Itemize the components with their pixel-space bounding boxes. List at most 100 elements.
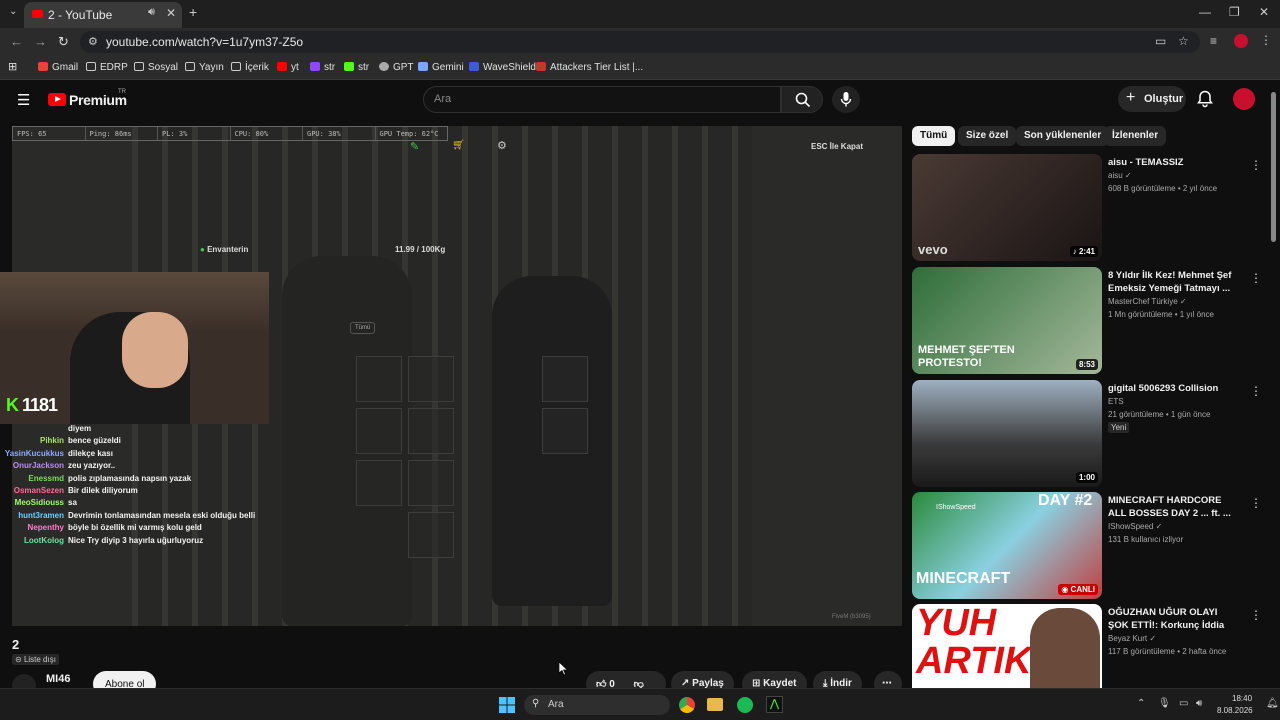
bookmark-gmail[interactable]: Gmail	[38, 62, 78, 73]
recommendation-meta: 608 B görüntüleme • 2 yıl önce	[1108, 184, 1218, 193]
hud-pl: PL: 3%	[158, 127, 231, 140]
more-options-icon[interactable]: ⋮	[1250, 608, 1262, 622]
apps-grid-icon[interactable]: ⊞	[8, 60, 17, 73]
bookmark-star-icon[interactable]: ☆	[1178, 34, 1189, 48]
profile-avatar[interactable]	[1234, 34, 1248, 48]
voice-search-button[interactable]	[832, 86, 860, 113]
forward-icon[interactable]: →	[34, 34, 47, 49]
inventory-slot	[356, 460, 402, 506]
more-options-icon[interactable]: ⋮	[1250, 158, 1262, 172]
bookmark-kick[interactable]: str	[344, 62, 369, 73]
duration-badge: ♪ 2:41	[1069, 246, 1098, 257]
tray-volume-icon[interactable]: 🔊︎	[1196, 698, 1202, 709]
chip-for-you[interactable]: Size özel	[958, 126, 1017, 146]
recommendation-channel[interactable]: IShowSpeed ✓	[1108, 522, 1162, 531]
inventory-slot	[356, 356, 402, 402]
tray-mic-icon[interactable]: 🎙︎	[1158, 698, 1171, 709]
notifications-bell-icon[interactable]	[1197, 90, 1213, 108]
video-thumbnail[interactable]: IShowSpeed DAY #2 MINECRAFT ◉ CANLI	[912, 492, 1102, 599]
bookmark-edrp[interactable]: EDRP	[86, 62, 128, 73]
bookmark-attackers[interactable]: Attackers Tier List |...	[536, 62, 643, 73]
chip-watched[interactable]: İzlenenler	[1104, 126, 1167, 146]
tray-overflow-icon[interactable]: ⌃	[1137, 698, 1145, 709]
chip-recent[interactable]: Son yüklenenler	[1016, 126, 1110, 146]
bookmark-sosyal[interactable]: Sosyal	[134, 62, 178, 73]
close-window-icon[interactable]: ✕	[1259, 5, 1269, 19]
recommendation-channel[interactable]: aisu ✓	[1108, 171, 1132, 180]
inventory-filter-chip: Tümü	[350, 322, 376, 334]
recommendation-item[interactable]: MEHMET ŞEF'TEN PROTESTO! 8:53 8 Yıldır İ…	[912, 267, 1262, 375]
recommendation-title[interactable]: MINECRAFT HARDCORE ALL BOSSES DAY 2 ... …	[1108, 494, 1234, 520]
recommendation-meta: 21 görüntüleme • 1 gün önce	[1108, 410, 1211, 419]
recommendation-item[interactable]: IShowSpeed DAY #2 MINECRAFT ◉ CANLI MINE…	[912, 492, 1262, 600]
create-button[interactable]: + Oluştur	[1118, 86, 1186, 112]
streamer-webcam: K 1181	[0, 272, 269, 424]
chat-text: Devrimin tonlamasından mesela eski olduğ…	[68, 510, 256, 520]
new-tab-icon[interactable]: +	[189, 4, 197, 20]
back-icon[interactable]: ←	[10, 34, 23, 49]
recommendation-title[interactable]: 8 Yıldır İlk Kez! Mehmet Şef Emeksiz Yem…	[1108, 269, 1234, 295]
close-tab-icon[interactable]: ✕	[166, 6, 176, 20]
search-button[interactable]	[781, 86, 823, 113]
new-badge: Yeni	[1108, 422, 1130, 433]
chrome-menu-icon[interactable]: ⋮	[1260, 33, 1272, 47]
video-thumbnail[interactable]: YUH ARTIK	[912, 604, 1102, 688]
page-scrollbar[interactable]	[1271, 92, 1276, 242]
recommendation-item[interactable]: vevo ♪ 2:41 aisu - TEMASSIZ aisu ✓ 608 B…	[912, 154, 1262, 262]
video-thumbnail[interactable]: 1:00	[912, 380, 1102, 487]
media-controls-icon[interactable]: ≡	[1210, 34, 1217, 48]
reload-icon[interactable]: ↻	[58, 34, 69, 50]
site-info-icon[interactable]: ⚙	[88, 35, 98, 48]
chat-message: MeoSidiouss sa	[0, 498, 290, 510]
taskbar-search[interactable]: ⚲ Ara	[524, 695, 670, 715]
bookmark-yt[interactable]: yt	[277, 62, 299, 73]
more-options-icon[interactable]: ⋮	[1250, 271, 1262, 285]
recommendation-title[interactable]: aisu - TEMASSIZ	[1108, 156, 1234, 169]
bookmark-twitch[interactable]: str	[310, 62, 335, 73]
video-thumbnail[interactable]: vevo ♪ 2:41	[912, 154, 1102, 261]
more-options-icon[interactable]: ⋮	[1250, 496, 1262, 510]
hud-ping: Ping: 86ms	[86, 127, 158, 140]
taskbar-search-icon: ⚲	[532, 698, 540, 709]
chrome-taskbar-icon[interactable]	[679, 697, 695, 713]
recommendation-channel[interactable]: ETS	[1108, 397, 1124, 406]
clock-date[interactable]: 8.08.2026	[1217, 706, 1253, 715]
app-taskbar-icon[interactable]: ⋀	[766, 696, 783, 713]
bookmark-gemini[interactable]: Gemini	[418, 62, 464, 73]
windows-start-icon[interactable]	[499, 697, 515, 713]
youtube-logo-icon[interactable]	[48, 93, 66, 106]
bookmark-icerik[interactable]: İçerik	[231, 62, 269, 73]
spotify-icon[interactable]	[737, 697, 753, 713]
search-placeholder: Ara	[434, 93, 452, 105]
bookmark-waveshield[interactable]: WaveShield	[469, 62, 536, 73]
speaker-icon[interactable]: 🔊︎	[148, 6, 155, 19]
tab-search-icon[interactable]: ⌄	[9, 6, 17, 17]
recommendation-channel[interactable]: Beyaz Kurt ✓	[1108, 634, 1156, 643]
recommendation-channel[interactable]: MasterChef Türkiye ✓	[1108, 297, 1187, 306]
chat-username: hunt3ramen	[18, 510, 64, 520]
video-thumbnail[interactable]: MEHMET ŞEF'TEN PROTESTO! 8:53	[912, 267, 1102, 374]
bookmark-gpt[interactable]: GPT	[379, 62, 414, 73]
clock-time[interactable]: 18:40	[1232, 694, 1252, 703]
notification-center-icon[interactable]: 🔔︎	[1266, 698, 1279, 709]
hamburger-menu-icon[interactable]: ☰	[17, 91, 30, 109]
browser-tab[interactable]: 2 - YouTube 🔊︎ ✕	[24, 2, 182, 28]
recommendation-title[interactable]: gigital 5006293 Collision	[1108, 382, 1234, 395]
address-bar[interactable]: ⚙ youtube.com/watch?v=1u7ym37-Z5o ▭ ☆	[80, 31, 1200, 53]
more-options-icon[interactable]: ⋮	[1250, 384, 1262, 398]
search-input[interactable]: Ara	[423, 86, 781, 113]
chat-username: OsmanSezen	[13, 485, 64, 495]
channel-name[interactable]: MI46	[46, 673, 70, 685]
account-avatar[interactable]	[1233, 88, 1255, 110]
restore-icon[interactable]: ❐	[1229, 5, 1240, 19]
chat-message: hunt3ramen Devrimin tonlamasından mesela …	[0, 511, 290, 523]
recommendation-title[interactable]: OĞUZHAN UĞUR OLAYI ŞOK ETTİ!: Korkunç İd…	[1108, 606, 1234, 632]
minimize-icon[interactable]: —	[1199, 5, 1211, 19]
recommendation-item[interactable]: 1:00 gigital 5006293 Collision ETS 21 gö…	[912, 380, 1262, 488]
cast-icon[interactable]: ▭	[1155, 34, 1166, 48]
recommendation-item[interactable]: YUH ARTIK OĞUZHAN UĞUR OLAYI ŞOK ETTİ!: …	[912, 604, 1262, 688]
file-explorer-icon[interactable]	[707, 698, 723, 711]
chip-all[interactable]: Tümü	[912, 126, 956, 146]
bookmark-yayin[interactable]: Yayın	[185, 62, 224, 73]
tray-network-icon[interactable]: ▭	[1179, 698, 1188, 709]
